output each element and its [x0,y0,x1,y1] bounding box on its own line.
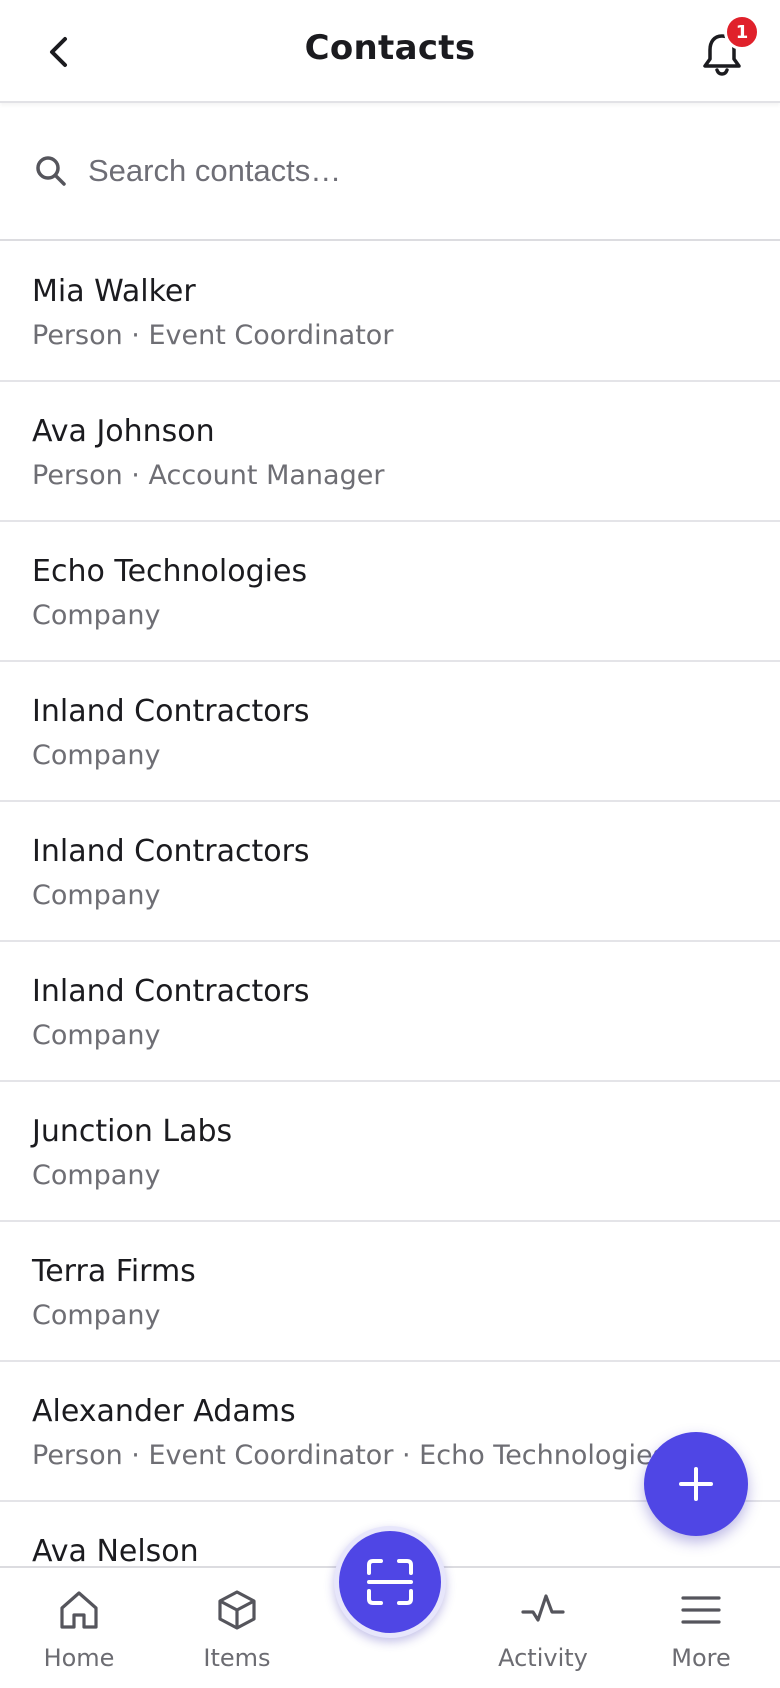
add-contact-button[interactable] [644,1432,748,1536]
nav-label: Items [203,1644,271,1672]
contact-name: Terra Firms [32,1254,196,1289]
box-icon [218,1590,256,1630]
plus-icon [679,1467,713,1501]
contact-name: Junction Labs [32,1114,233,1149]
scan-icon [367,1559,413,1605]
contact-name: Inland Contractors [32,834,310,869]
home-icon [60,1591,98,1629]
contact-subtitle: Person · Event Coordinator [32,320,394,351]
search-icon [36,156,66,186]
nav-items[interactable]: Items [172,1588,302,1684]
contact-subtitle: Person · Account Manager [32,460,385,491]
nav-label: Activity [498,1644,588,1672]
menu-icon [681,1596,721,1624]
nav-activity[interactable]: Activity [478,1588,608,1684]
list-item[interactable]: Junction Labs Company [0,1082,780,1222]
nav-label: Home [43,1644,115,1672]
list-item[interactable]: Inland Contractors Company [0,662,780,802]
list-item[interactable]: Ava Johnson Person · Account Manager [0,382,780,522]
list-item[interactable]: Echo Technologies Company [0,522,780,662]
contact-subtitle: Company [32,1020,161,1051]
list-item[interactable]: Mia Walker Person · Event Coordinator [0,242,780,382]
search-input[interactable] [88,144,748,198]
contact-name: Inland Contractors [32,974,310,1009]
contact-name: Inland Contractors [32,694,310,729]
contact-name: Echo Technologies [32,554,308,589]
nav-label: More [671,1644,731,1672]
contact-list: Mia Walker Person · Event Coordinator Av… [0,242,780,1566]
search-bar [0,104,780,241]
list-item[interactable]: Inland Contractors Company [0,802,780,942]
contact-subtitle: Company [32,1160,161,1191]
list-item[interactable]: Inland Contractors Company [0,942,780,1082]
contact-name: Alexander Adams [32,1394,296,1429]
activity-icon [521,1594,565,1622]
app-header: Contacts 1 [0,0,780,103]
nav-home[interactable]: Home [14,1588,144,1684]
scan-button[interactable] [334,1526,446,1638]
notification-badge: 1 [724,14,760,50]
contact-name: Mia Walker [32,274,196,309]
nav-more[interactable]: More [636,1588,766,1684]
contact-subtitle: Company [32,600,161,631]
page-title: Contacts [304,28,476,68]
contact-subtitle: Company [32,740,161,771]
contact-subtitle: Company [32,880,161,911]
contact-name: Ava Johnson [32,414,215,449]
contact-subtitle: Company [32,1300,161,1331]
list-item[interactable]: Terra Firms Company [0,1222,780,1362]
